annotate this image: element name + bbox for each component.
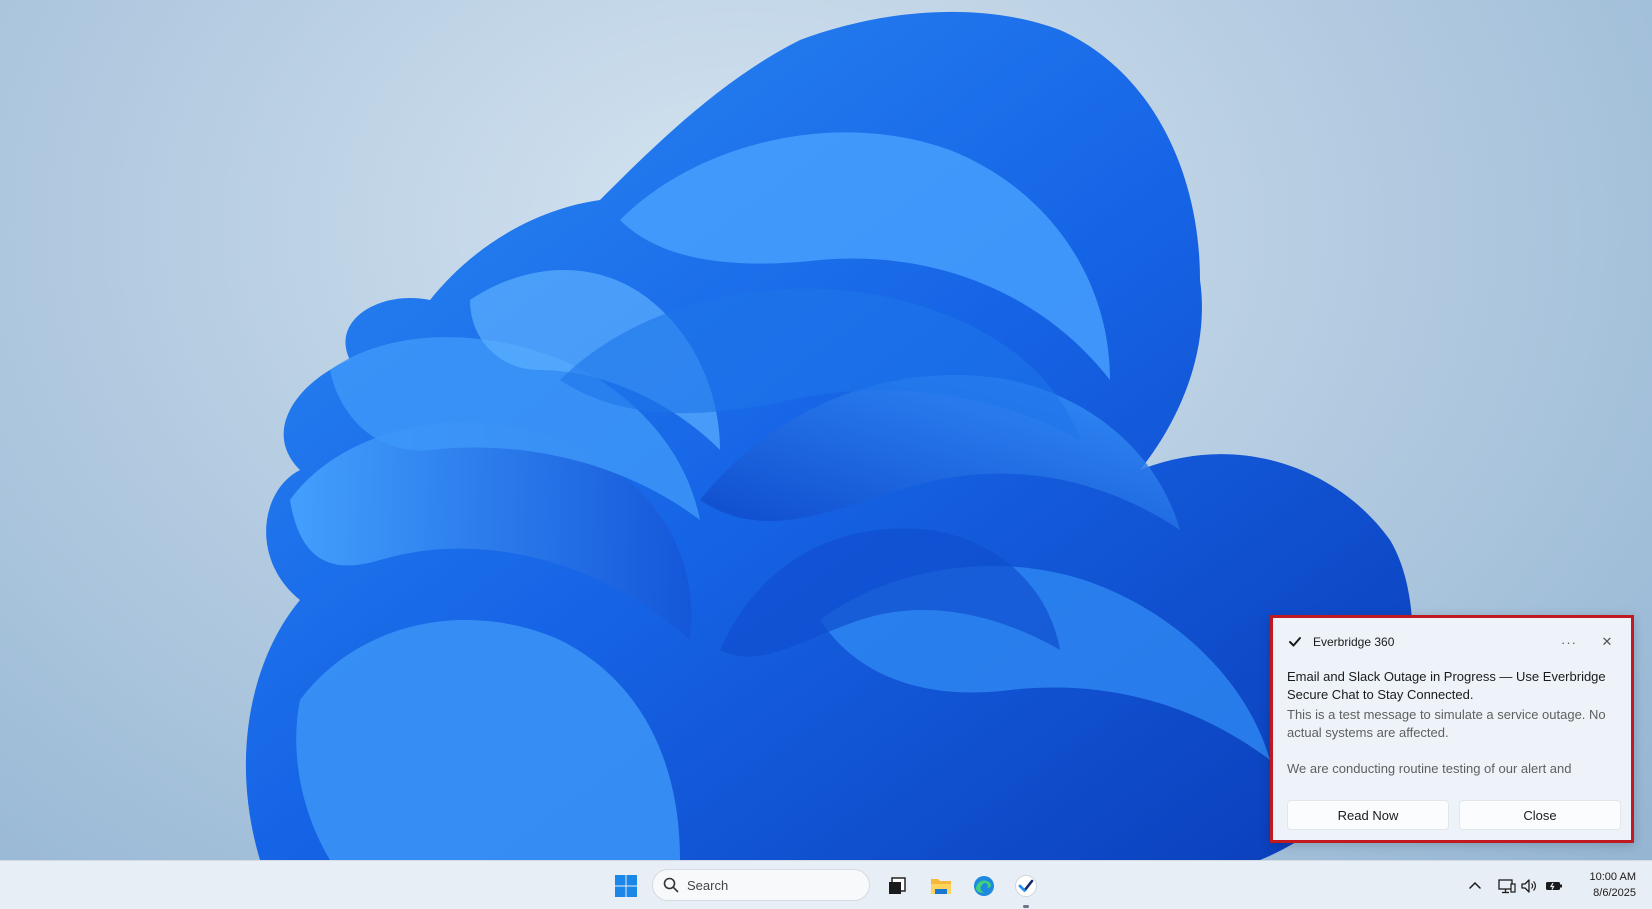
chevron-up-icon[interactable]: [1466, 877, 1484, 895]
desktop: Everbridge 360 ··· ✕ Email and Slack Out…: [0, 0, 1652, 909]
read-now-button[interactable]: Read Now: [1287, 800, 1449, 830]
toast-app-name: Everbridge 360: [1313, 635, 1395, 649]
toast-header: Everbridge 360 ··· ✕: [1287, 632, 1619, 652]
clock-date: 8/6/2025: [1593, 887, 1636, 899]
start-icon[interactable]: [614, 874, 638, 898]
toast-body-more: We are conducting routine testing of our…: [1287, 761, 1572, 776]
notification-toast[interactable]: Everbridge 360 ··· ✕ Email and Slack Out…: [1270, 615, 1634, 843]
volume-icon[interactable]: [1520, 877, 1538, 895]
network-icon[interactable]: [1498, 877, 1516, 895]
toast-actions: Read Now Close: [1287, 800, 1621, 830]
toast-body: This is a test message to simulate a ser…: [1287, 707, 1606, 740]
toast-title: Email and Slack Outage in Progress — Use…: [1287, 669, 1606, 702]
close-button[interactable]: Close: [1459, 800, 1621, 830]
battery-icon[interactable]: [1545, 877, 1563, 895]
taskbar: Search 10:00 AM 8/6/2025: [0, 860, 1652, 909]
clock-time: 10:00 AM: [1589, 871, 1636, 883]
taskbar-search-box[interactable]: Search: [652, 869, 870, 901]
search-icon: [663, 877, 679, 893]
everbridge-app-icon: [1287, 634, 1303, 650]
active-app-indicator: [1023, 905, 1029, 908]
task-view-icon[interactable]: [884, 873, 910, 899]
more-options-button[interactable]: ···: [1557, 632, 1581, 652]
close-icon[interactable]: ✕: [1595, 632, 1619, 652]
search-label: Search: [687, 877, 729, 893]
system-clock[interactable]: 10:00 AM 8/6/2025: [1572, 869, 1636, 901]
edge-icon[interactable]: [971, 873, 997, 899]
file-explorer-icon[interactable]: [928, 873, 954, 899]
everbridge-icon[interactable]: [1013, 873, 1039, 899]
